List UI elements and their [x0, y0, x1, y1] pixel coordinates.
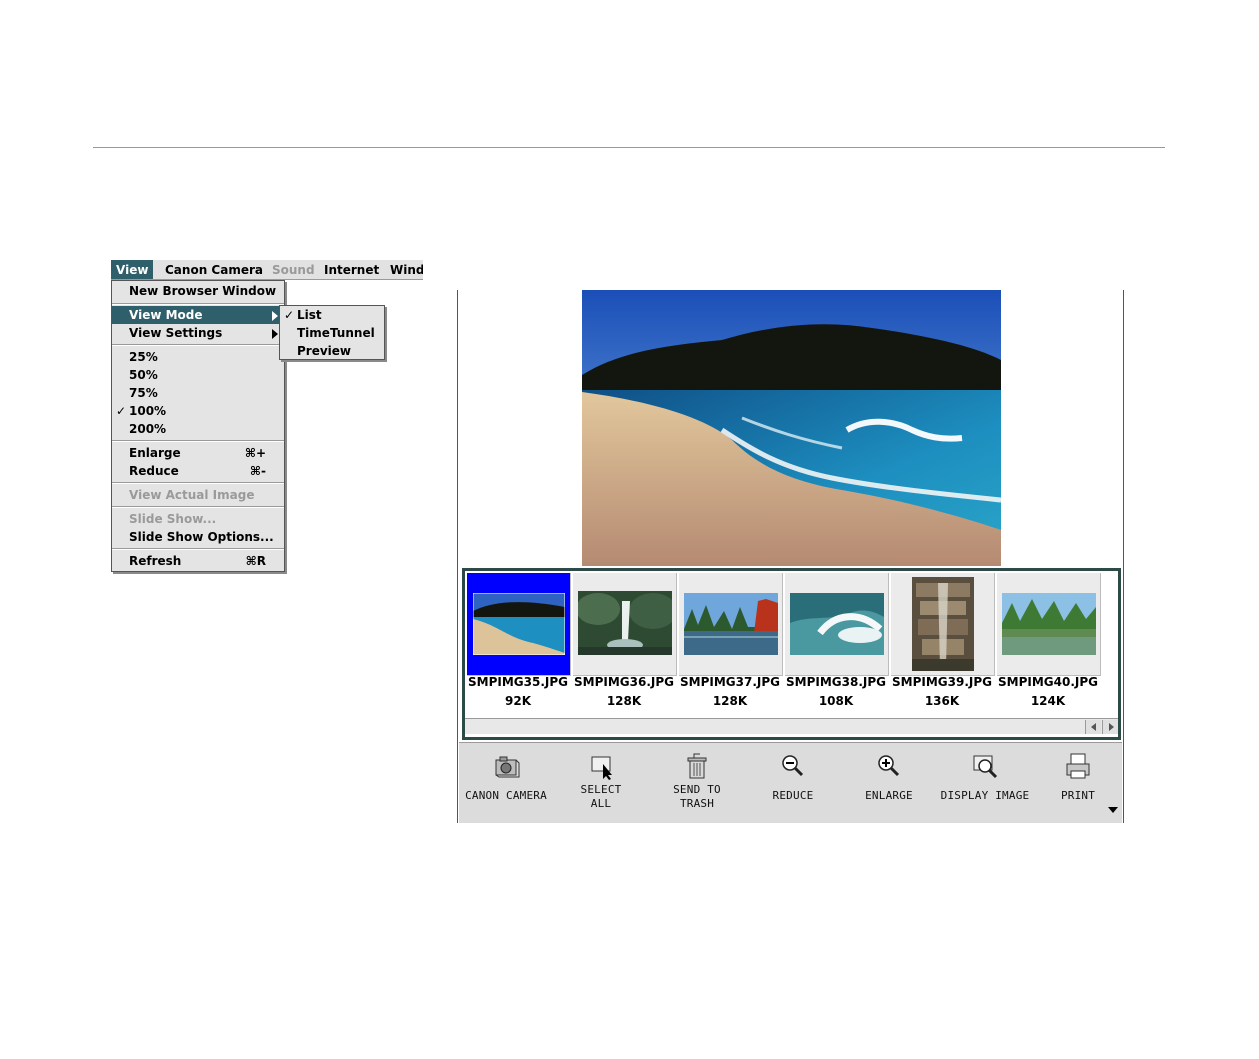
canon-camera-label: CANON CAMERA [465, 789, 547, 802]
display-image-icon [973, 755, 998, 779]
thumbnail-filesize: 136K [924, 694, 960, 708]
display-image-button[interactable]: DISPLAY IMAGE [937, 743, 1033, 824]
menu-window[interactable]: Windo [385, 260, 423, 279]
scroll-left-button[interactable] [1085, 720, 1101, 734]
page-divider [93, 147, 1165, 148]
thumbnail-smpimg35[interactable] [467, 573, 571, 676]
submenu-item-timetunnel[interactable]: TimeTunnel [280, 324, 384, 342]
thumbnail-filename: SMPIMG35.JPG [467, 675, 568, 689]
zoom-out-icon [782, 755, 804, 777]
menu-item-reduce[interactable]: Reduce ⌘- [112, 462, 284, 480]
scroll-right-button[interactable] [1102, 720, 1118, 734]
thumbnail-smpimg38[interactable] [785, 573, 889, 676]
thumbnail-filesize: 108K [818, 694, 854, 708]
thumbnail-strip: SMPIMG35.JPG 92K SMPIMG36.JPG 128K SMPIM… [462, 568, 1121, 740]
thumbnail-filesize: 128K [712, 694, 748, 708]
menu-item-zoom-100[interactable]: ✓ 100% [112, 402, 284, 420]
select-all-label: SELECT ALL [580, 783, 622, 810]
display-image-label: DISPLAY IMAGE [940, 789, 1030, 802]
checkmark-icon: ✓ [116, 404, 127, 418]
menu-item-zoom-50[interactable]: 50% [112, 366, 284, 384]
menu-item-new-browser-window[interactable]: New Browser Window [112, 282, 284, 300]
menu-item-refresh[interactable]: Refresh ⌘R [112, 552, 284, 570]
thumbnail-filename: SMPIMG40.JPG [997, 675, 1098, 689]
send-to-trash-button[interactable]: SEND TO TRASH [649, 743, 745, 824]
canon-camera-button[interactable]: CANON CAMERA [459, 743, 553, 824]
thumbnail-image [578, 591, 672, 655]
view-mode-submenu: ✓ List TimeTunnel Preview [279, 305, 385, 360]
menu-canon-camera[interactable]: Canon Camera [160, 260, 268, 279]
submenu-arrow-icon [272, 329, 278, 339]
menu-item-slide-show[interactable]: Slide Show... [112, 510, 284, 528]
menu-view[interactable]: View [111, 260, 154, 279]
thumbnail-image [473, 593, 565, 655]
thumbnail-filesize: 124K [1030, 694, 1066, 708]
menu-item-view-mode[interactable]: View Mode [112, 306, 284, 324]
menu-item-zoom-200[interactable]: 200% [112, 420, 284, 438]
printer-icon [1066, 753, 1090, 779]
reduce-label: REDUCE [772, 789, 814, 802]
image-preview[interactable] [582, 290, 1001, 566]
thumbnail-image [790, 593, 884, 655]
trash-icon [687, 753, 707, 779]
thumbnail-smpimg37[interactable] [679, 573, 783, 676]
send-to-trash-label: SEND TO TRASH [673, 783, 721, 810]
beach-preview-image [582, 290, 1001, 566]
select-all-icon [591, 756, 612, 780]
menu-sound[interactable]: Sound [267, 260, 320, 279]
thumbnail-filename: SMPIMG38.JPG [785, 675, 886, 689]
menu-item-view-settings[interactable]: View Settings [112, 324, 284, 342]
menu-separator [112, 548, 284, 550]
view-menu-dropdown: New Browser Window View Mode View Settin… [111, 280, 285, 572]
menu-separator [112, 303, 284, 305]
thumbnail-image [912, 577, 974, 671]
submenu-item-preview[interactable]: Preview [280, 342, 384, 360]
thumbnail-filesize: 128K [606, 694, 642, 708]
submenu-item-list[interactable]: ✓ List [280, 306, 384, 324]
menu-item-zoom-75[interactable]: 75% [112, 384, 284, 402]
thumbnail-smpimg36[interactable] [573, 573, 677, 676]
menu-separator [112, 482, 284, 484]
image-browser-window: SMPIMG35.JPG 92K SMPIMG36.JPG 128K SMPIM… [457, 290, 1124, 823]
menu-item-zoom-25[interactable]: 25% [112, 348, 284, 366]
select-all-button[interactable]: SELECT ALL [553, 743, 649, 824]
submenu-arrow-icon [272, 311, 278, 321]
thumbnail-smpimg40[interactable] [997, 573, 1101, 676]
arrow-left-icon [1091, 723, 1096, 731]
browser-toolbar: CANON CAMERA SELECT ALL SEND TO TRASH RE… [459, 742, 1122, 823]
menu-bar: View Canon Camera Sound Internet Windo [111, 260, 423, 280]
horizontal-scrollbar[interactable] [465, 718, 1118, 734]
thumbnail-smpimg39[interactable] [891, 573, 995, 676]
checkmark-icon: ✓ [284, 308, 295, 322]
menu-internet[interactable]: Internet [319, 260, 384, 279]
thumbnail-image [684, 593, 778, 655]
arrow-right-icon [1109, 723, 1114, 731]
thumbnail-filename: SMPIMG39.JPG [891, 675, 992, 689]
menu-item-enlarge[interactable]: Enlarge ⌘+ [112, 444, 284, 462]
menu-separator [112, 506, 284, 508]
thumbnail-filename: SMPIMG37.JPG [679, 675, 780, 689]
print-label: PRINT [1060, 789, 1096, 802]
thumbnail-filename: SMPIMG36.JPG [573, 675, 674, 689]
zoom-in-icon [878, 755, 900, 777]
menu-separator [112, 344, 284, 346]
menu-item-view-actual-image[interactable]: View Actual Image [112, 486, 284, 504]
menu-item-slide-show-options[interactable]: Slide Show Options... [112, 528, 284, 546]
thumbnail-image [1002, 593, 1096, 655]
enlarge-label: ENLARGE [865, 789, 913, 802]
menu-separator [112, 440, 284, 442]
reduce-button[interactable]: REDUCE [745, 743, 841, 824]
camera-icon [495, 756, 520, 778]
toolbar-dropdown-arrow-icon[interactable] [1108, 807, 1118, 813]
enlarge-button[interactable]: ENLARGE [841, 743, 937, 824]
thumbnail-filesize: 92K [505, 694, 531, 708]
